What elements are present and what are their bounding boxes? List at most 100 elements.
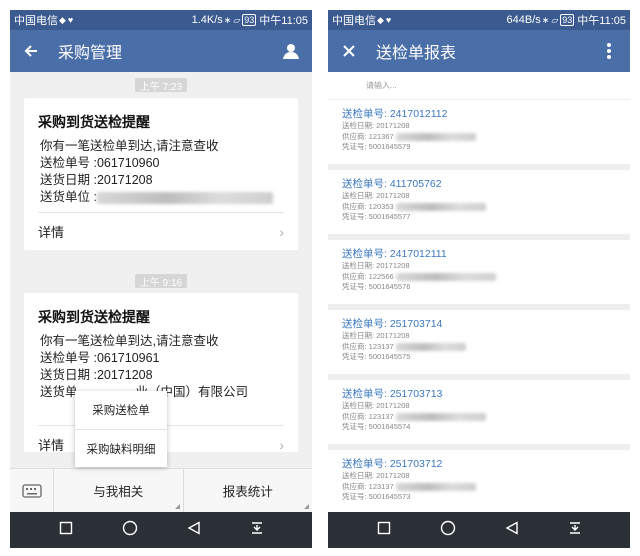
circle-icon[interactable] xyxy=(440,520,456,541)
heart-icon: ♥ xyxy=(385,15,392,25)
notification-down-icon[interactable] xyxy=(250,521,264,540)
inspection-date: 送检日期: 20171208 xyxy=(342,191,410,200)
inspection-number-link[interactable]: 送检单号: 2417012112 xyxy=(342,107,630,121)
heart-icon: ♥ xyxy=(67,15,74,25)
inspection-number: 送检单号 :061710960 xyxy=(40,156,160,170)
inspection-date: 送检日期: 20171208 xyxy=(342,261,410,270)
supplier: 供应商: 123137 xyxy=(342,412,630,423)
timestamp-chip: 上午 7:23 xyxy=(135,78,187,93)
list-item[interactable]: 送检单号: 2417012111 送检日期: 20171208 供应商: 122… xyxy=(328,240,630,310)
list-item[interactable]: 送检单号: 2417012112 送检日期: 20171208 供应商: 121… xyxy=(328,100,630,170)
redacted-blur xyxy=(395,132,476,141)
left-phone-screen: 中国电信 ◆ ♥ 1.4K/s ∗ ▱ 93 中午11:05 采购管理 上午 7… xyxy=(10,10,312,548)
signal-icon: ▱ xyxy=(551,14,559,25)
page-title: 采购管理 xyxy=(58,45,123,62)
battery-icon: 93 xyxy=(560,14,575,26)
notification-down-icon[interactable] xyxy=(568,521,582,540)
inspection-number-link[interactable]: 送检单号: 251703712 xyxy=(342,457,630,471)
supplier-text: 供应商: 121367 xyxy=(342,131,394,141)
supplier: 供应商: 123137 xyxy=(342,342,630,353)
supplier: 供应商: 123137 xyxy=(342,482,630,493)
supplier-text: 供应商: 123137 xyxy=(342,341,394,351)
detail-label: 详情 xyxy=(38,225,65,240)
submenu-popup: 采购送检单 采购缺料明细 xyxy=(75,391,167,467)
supplier-text: 供应商: 123137 xyxy=(342,481,394,491)
carrier-label: 中国电信 xyxy=(332,15,376,27)
message-title: 采购到货送检提醒 xyxy=(38,309,150,325)
inspection-date: 送检日期: 20171208 xyxy=(342,331,410,340)
supplier-text: 供应商: 122566 xyxy=(342,271,394,281)
network-speed: 644B/s xyxy=(506,14,541,26)
supplier: 供应商: 120353 xyxy=(342,202,630,213)
app-bar: 采购管理 xyxy=(10,30,312,72)
battery-icon: 93 xyxy=(242,14,257,26)
list-item[interactable]: 送检单号: 251703712 送检日期: 20171208 供应商: 1231… xyxy=(328,450,630,512)
menu-item-purchase-inspection[interactable]: 采购送检单 xyxy=(75,391,167,429)
supplier: 供应商: 121367 xyxy=(342,132,630,143)
menu-tab-label: 报表统计 xyxy=(222,485,273,499)
chevron-right-icon: › xyxy=(279,436,284,453)
back-arrow-icon[interactable] xyxy=(18,38,44,64)
inspection-number-link[interactable]: 送检单号: 251703713 xyxy=(342,387,630,401)
submenu-corner-icon xyxy=(304,504,309,509)
voucher-number: 凭证号: 5001645574 xyxy=(342,422,411,431)
detail-link[interactable]: 详情 › xyxy=(38,212,284,250)
voucher-number: 凭证号: 5001645577 xyxy=(342,212,411,221)
square-icon[interactable] xyxy=(59,521,73,540)
person-icon[interactable] xyxy=(278,38,304,64)
search-placeholder: 请输入... xyxy=(366,81,397,90)
list-item[interactable]: 送检单号: 251703713 送检日期: 20171208 供应商: 1231… xyxy=(328,380,630,450)
search-input[interactable]: 请输入... xyxy=(328,72,630,100)
bluetooth-icon: ∗ xyxy=(223,14,232,25)
signal-icon: ▱ xyxy=(233,14,241,25)
supplier: 供应商: 122566 xyxy=(342,272,630,283)
voucher-number: 凭证号: 5001645575 xyxy=(342,352,411,361)
message-card: 采购到货送检提醒 你有一笔送检单到达,请注意查收 送检单号 :061710960… xyxy=(24,98,298,250)
redacted-blur xyxy=(395,482,476,491)
delivery-unit-label: 送货单 xyxy=(40,385,78,399)
menu-item-shortage-detail[interactable]: 采购缺料明细 xyxy=(75,429,167,467)
bluetooth-icon: ∗ xyxy=(541,14,550,25)
inspection-date: 送检日期: 20171208 xyxy=(342,121,410,130)
system-nav-bar xyxy=(10,512,312,548)
supplier-text: 供应商: 120353 xyxy=(342,201,394,211)
inspection-list: 送检单号: 2417012112 送检日期: 20171208 供应商: 121… xyxy=(328,100,630,512)
right-phone-screen: 中国电信 ◆ ♥ 644B/s ∗ ▱ 93 中午11:05 送检单报表 请输入… xyxy=(328,10,630,548)
redacted-blur xyxy=(395,412,486,421)
list-item[interactable]: 送检单号: 251703714 送检日期: 20171208 供应商: 1231… xyxy=(328,310,630,380)
square-icon[interactable] xyxy=(377,521,391,540)
app-bar: 送检单报表 xyxy=(328,30,630,72)
triangle-back-icon[interactable] xyxy=(505,520,519,540)
voucher-number: 凭证号: 5001645573 xyxy=(342,492,411,501)
voucher-number: 凭证号: 5001645576 xyxy=(342,282,411,291)
menu-tab-related-to-me[interactable]: 与我相关 xyxy=(54,469,183,512)
voucher-number: 凭证号: 5001645579 xyxy=(342,142,411,151)
detail-label: 详情 xyxy=(38,438,65,452)
message-body: 你有一笔送检单到达,请注意查收 xyxy=(40,334,219,348)
carrier-label: 中国电信 xyxy=(14,15,58,27)
keyboard-icon[interactable] xyxy=(10,469,54,512)
menu-tab-report-stats[interactable]: 报表统计 xyxy=(182,469,313,512)
supplier-text: 供应商: 123137 xyxy=(342,411,394,421)
submenu-corner-icon xyxy=(174,504,180,509)
inspection-date: 送检日期: 20171208 xyxy=(342,401,410,410)
clock: 中午11:05 xyxy=(577,15,626,27)
shield-icon: ◆ xyxy=(59,14,66,25)
message-body: 你有一笔送检单到达,请注意查收 xyxy=(40,139,219,153)
delivery-date: 送货日期 :20171208 xyxy=(40,173,153,187)
redacted-blur xyxy=(395,202,486,211)
close-icon[interactable] xyxy=(336,38,362,64)
more-vert-icon[interactable] xyxy=(596,38,622,64)
triangle-back-icon[interactable] xyxy=(187,520,201,540)
network-speed: 1.4K/s xyxy=(191,14,223,26)
inspection-number-link[interactable]: 送检单号: 2417012111 xyxy=(342,247,630,261)
status-bar: 中国电信 ◆ ♥ 1.4K/s ∗ ▱ 93 中午11:05 xyxy=(10,10,312,30)
inspection-number-link[interactable]: 送检单号: 251703714 xyxy=(342,317,630,331)
system-nav-bar xyxy=(328,512,630,548)
shield-icon: ◆ xyxy=(377,14,384,25)
inspection-number-link[interactable]: 送检单号: 411705762 xyxy=(342,177,630,191)
status-bar: 中国电信 ◆ ♥ 644B/s ∗ ▱ 93 中午11:05 xyxy=(328,10,630,30)
circle-icon[interactable] xyxy=(122,520,138,541)
list-item[interactable]: 送检单号: 411705762 送检日期: 20171208 供应商: 1203… xyxy=(328,170,630,240)
delivery-date: 送货日期 :20171208 xyxy=(40,368,153,382)
